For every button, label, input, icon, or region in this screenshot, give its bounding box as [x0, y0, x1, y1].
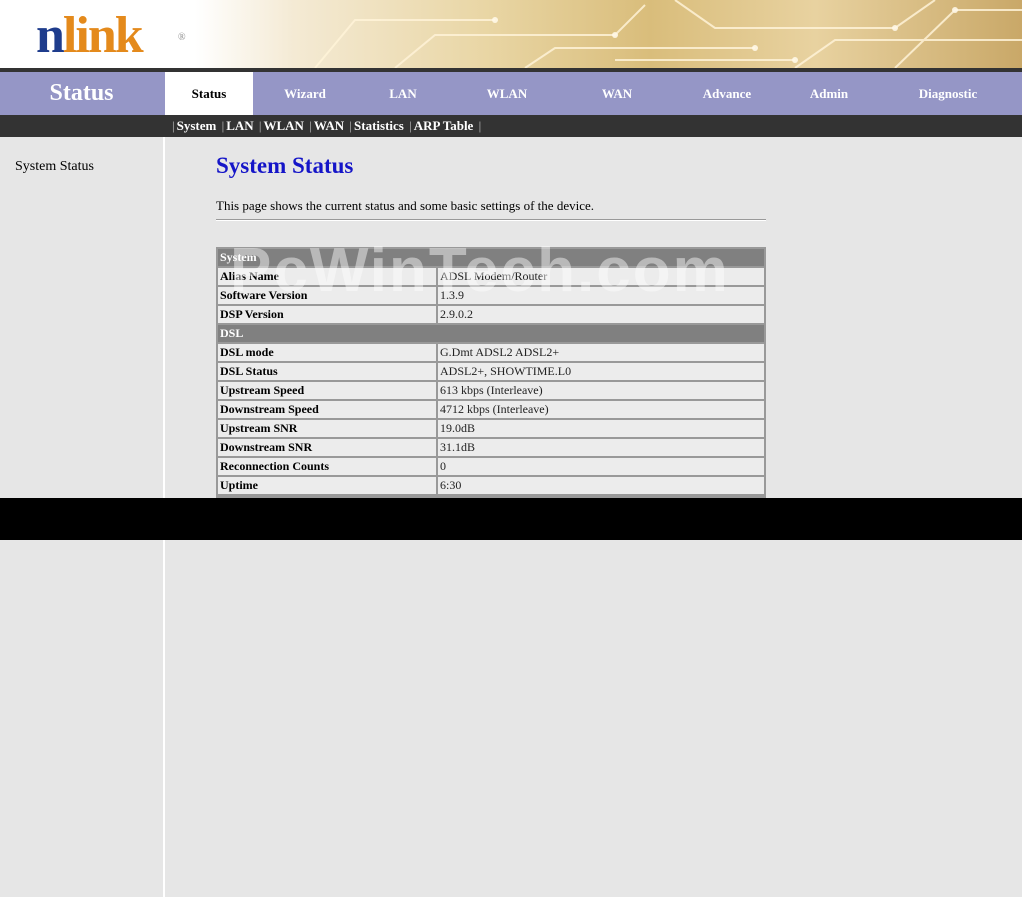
tab-lan[interactable]: LAN — [360, 72, 446, 115]
row-key: Software Version — [218, 287, 438, 306]
subnav-wan[interactable]: WAN — [314, 118, 344, 133]
row-key: Uptime — [218, 477, 438, 496]
row-key: Downstream SNR — [218, 439, 438, 458]
tab-wizard[interactable]: Wizard — [262, 72, 348, 115]
header: nlink ® — [0, 0, 1022, 68]
table-row: Downstream Speed 4712 kbps (Interleave) — [218, 401, 764, 420]
row-key: Upstream Speed — [218, 382, 438, 401]
subnav-system[interactable]: System — [177, 118, 217, 133]
table-row: DSP Version 2.9.0.2 — [218, 306, 764, 325]
main-navigation: Status Status Wizard LAN WLAN WAN Advanc… — [0, 72, 1022, 115]
subnav-statistics[interactable]: Statistics — [354, 118, 404, 133]
table-row: DSL mode G.Dmt ADSL2 ADSL2+ — [218, 344, 764, 363]
row-value: 0 — [438, 458, 764, 477]
table-row: Upstream Speed 613 kbps (Interleave) — [218, 382, 764, 401]
row-value: 19.0dB — [438, 420, 764, 439]
divider — [216, 219, 766, 221]
table-section-header: System — [218, 249, 764, 268]
table-row: Downstream SNR 31.1dB — [218, 439, 764, 458]
row-key: DSL Status — [218, 363, 438, 382]
row-value: ADSL2+, SHOWTIME.L0 — [438, 363, 764, 382]
row-key: Downstream Speed — [218, 401, 438, 420]
tab-diagnostic[interactable]: Diagnostic — [898, 72, 998, 115]
tab-advance[interactable]: Advance — [682, 72, 772, 115]
row-key: DSL mode — [218, 344, 438, 363]
row-value: ADSL Modem/Router — [438, 268, 764, 287]
tab-status[interactable]: Status — [165, 72, 253, 115]
table-row: Upstream SNR 19.0dB — [218, 420, 764, 439]
row-value: 31.1dB — [438, 439, 764, 458]
status-table: System Alias Name ADSL Modem/Router Softw… — [216, 247, 766, 498]
table-section-header: DSL — [218, 325, 764, 344]
subnav-lan[interactable]: LAN — [226, 118, 253, 133]
row-value: 2.9.0.2 — [438, 306, 764, 325]
row-value: 4712 kbps (Interleave) — [438, 401, 764, 420]
row-key: Reconnection Counts — [218, 458, 438, 477]
table-row: DSL Status ADSL2+, SHOWTIME.L0 — [218, 363, 764, 382]
tab-wlan[interactable]: WLAN — [462, 72, 552, 115]
table-row: Software Version 1.3.9 — [218, 287, 764, 306]
table-row: Uptime 6:30 — [218, 477, 764, 496]
row-value: G.Dmt ADSL2 ADSL2+ — [438, 344, 764, 363]
sub-navigation: | System | LAN | WLAN | WAN | Statistics | ARP… — [0, 115, 1022, 137]
redaction-bar — [0, 498, 1022, 540]
page-description: This page shows the current status and s… — [216, 198, 594, 213]
section-dsl: DSL — [218, 325, 764, 344]
table-row: Reconnection Counts 0 — [218, 458, 764, 477]
section-title: Status — [49, 80, 114, 106]
page-title: System Status — [216, 153, 354, 178]
row-value: 1.3.9 — [438, 287, 764, 306]
row-key: Upstream SNR — [218, 420, 438, 439]
row-key: Alias Name — [218, 268, 438, 287]
sidebar-item-system-status[interactable]: System Status — [15, 159, 94, 175]
section-system: System — [218, 249, 764, 268]
nlink-logo: nlink ® — [36, 7, 186, 64]
tab-admin[interactable]: Admin — [784, 72, 874, 115]
tab-wan[interactable]: WAN — [572, 72, 662, 115]
circuit-banner-image — [195, 0, 1022, 68]
row-key: DSP Version — [218, 306, 438, 325]
subnav-arp-table[interactable]: ARP Table — [414, 118, 474, 133]
table-row: Alias Name ADSL Modem/Router — [218, 268, 764, 287]
row-value: 613 kbps (Interleave) — [438, 382, 764, 401]
subnav-wlan[interactable]: WLAN — [264, 118, 304, 133]
row-value: 6:30 — [438, 477, 764, 496]
